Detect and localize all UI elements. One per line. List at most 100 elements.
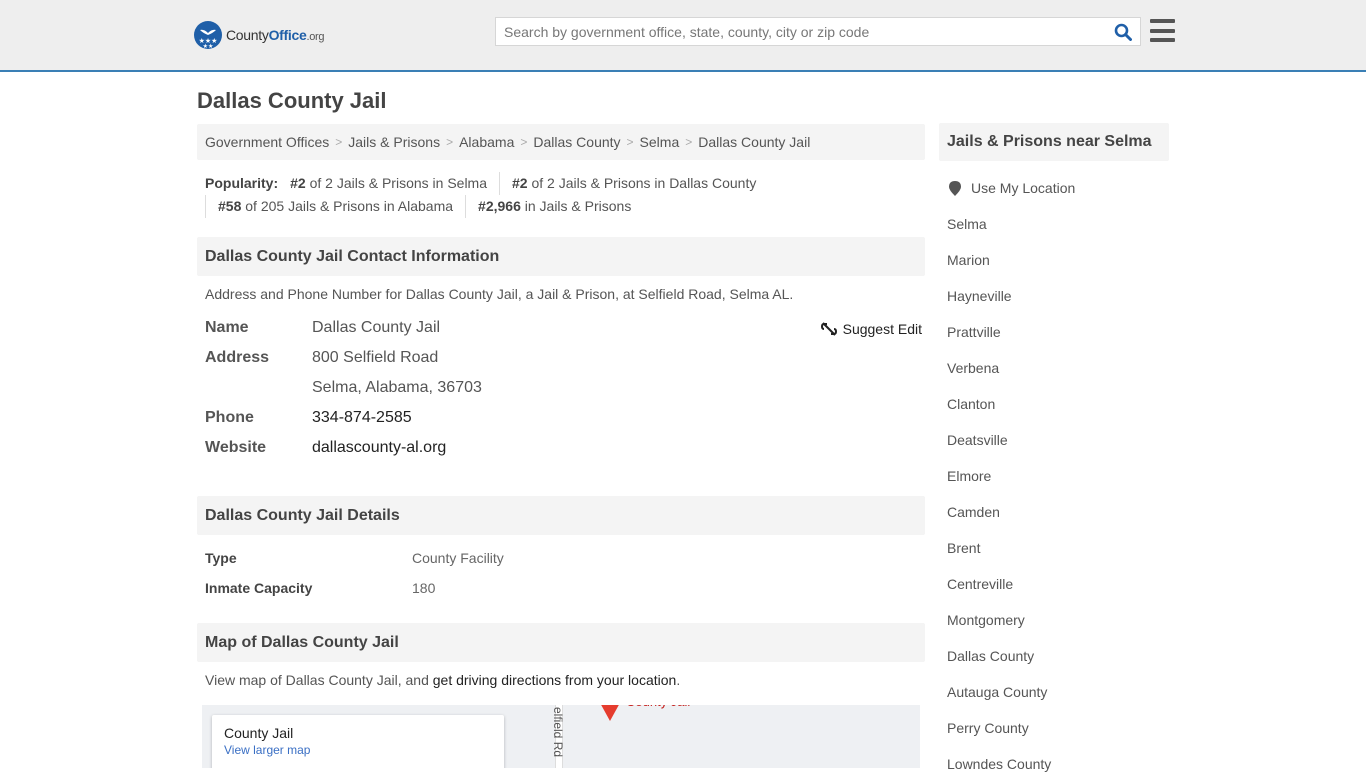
list-item: Clanton [947,386,1169,422]
search-input[interactable] [496,18,1106,45]
map-info-card: County Jail View larger map [212,715,504,768]
website-link[interactable]: dallascounty-al.org [312,439,446,456]
nearby-link-selma[interactable]: Selma [947,216,987,232]
map-desc-text: View map of Dallas County Jail, and [205,672,433,688]
breadcrumb-separator: > [446,135,454,149]
view-larger-map-link[interactable]: View larger map [224,743,492,757]
nearby-link-verbena[interactable]: Verbena [947,360,999,376]
menu-bar [1150,28,1175,33]
details-label: Inmate Capacity [205,580,313,596]
popularity-item: #2 of 2 Jails & Prisons in Selma [290,172,499,195]
nearby-links-list: Selma Marion Hayneville Prattville Verbe… [939,206,1169,782]
eagle-stars-logo-icon: ★★★ ★★ [194,21,222,49]
rank-number: #2 [512,175,528,191]
popularity-item: #58 of 205 Jails & Prisons in Alabama [205,195,465,218]
contact-info: Suggest Edit Name Dallas County Jail Add… [205,313,925,463]
rank-number: #2 [290,175,306,191]
list-item: Brent [947,530,1169,566]
search-button[interactable] [1106,18,1140,45]
popularity-item: #2,966 in Jails & Prisons [465,195,643,218]
breadcrumb-separator: > [626,135,634,149]
address-line1: 800 Selfield Road [312,349,439,366]
contact-row-phone: Phone 334-874-2585 [205,403,925,433]
breadcrumb-dallas-county[interactable]: Dallas County [533,134,620,150]
list-item: Lowndes County [947,746,1169,782]
breadcrumb-separator: > [520,135,528,149]
nearby-link-montgomery[interactable]: Montgomery [947,612,1025,628]
address-label: Address [205,349,270,366]
list-item: Autauga County [947,674,1169,710]
contact-row-address: Address 800 Selfield Road [205,343,925,373]
breadcrumb-selma[interactable]: Selma [640,134,680,150]
map-section-heading: Map of Dallas County Jail [197,623,925,662]
sidebar-nearby: Jails & Prisons near Selma Use My Locati… [939,123,1169,782]
rank-text: of 205 Jails & Prisons in Alabama [241,198,454,214]
suggest-edit[interactable]: Suggest Edit [820,321,922,337]
breadcrumb-alabama[interactable]: Alabama [459,134,514,150]
list-item: Perry County [947,710,1169,746]
nearby-link-clanton[interactable]: Clanton [947,396,995,412]
nearby-link-perry-county[interactable]: Perry County [947,720,1029,736]
nearby-link-autauga-county[interactable]: Autauga County [947,684,1047,700]
use-my-location-link[interactable]: Use My Location [971,180,1075,196]
details-row: Type County Facility [205,543,925,573]
popularity-label: Popularity: [205,175,279,191]
nearby-link-elmore[interactable]: Elmore [947,468,991,484]
logo-county-text: County [226,27,269,43]
details-value: County Facility [412,550,504,566]
list-item: Prattville [947,314,1169,350]
rank-text: in Jails & Prisons [520,198,632,214]
contact-row-address-2: Selma, Alabama, 36703 [205,373,925,403]
details-row: Inmate Capacity 180 [205,573,925,603]
map-desc-period: . [676,672,681,688]
list-item: Hayneville [947,278,1169,314]
breadcrumb: Government Offices > Jails & Prisons > A… [197,124,925,160]
details-table: Type County Facility Inmate Capacity 180 [205,543,925,603]
nearby-link-lowndes-county[interactable]: Lowndes County [947,756,1051,772]
details-label: Type [205,550,237,566]
popularity-item: #2 of 2 Jails & Prisons in Dallas County [499,172,768,195]
rank-number: #58 [218,198,242,214]
map-pin-label: County Jail [626,705,690,709]
nearby-link-hayneville[interactable]: Hayneville [947,288,1012,304]
breadcrumb-government-offices[interactable]: Government Offices [205,134,329,150]
logo-office-text: Office [268,27,307,43]
address-line2: Selma, Alabama, 36703 [312,379,482,396]
popularity-rankings: Popularity: #2 of 2 Jails & Prisons in S… [205,172,925,218]
contact-row-website: Website dallascounty-al.org [205,433,925,463]
map-pin-icon[interactable] [599,705,621,721]
breadcrumb-jails-prisons[interactable]: Jails & Prisons [348,134,440,150]
nearby-link-prattville[interactable]: Prattville [947,324,1001,340]
contact-section-heading: Dallas County Jail Contact Information [197,237,925,276]
menu-bar [1150,38,1175,42]
nearby-link-marion[interactable]: Marion [947,252,990,268]
list-item: Verbena [947,350,1169,386]
popularity-row: #58 of 205 Jails & Prisons in Alabama #2… [205,195,925,218]
driving-directions-link[interactable]: get driving directions from your locatio… [433,672,677,688]
nearby-link-centreville[interactable]: Centreville [947,576,1013,592]
nearby-link-deatsville[interactable]: Deatsville [947,432,1008,448]
contact-row-name: Name Dallas County Jail [205,313,925,343]
hamburger-menu-icon[interactable] [1150,19,1175,42]
contact-description: Address and Phone Number for Dallas Coun… [205,286,794,302]
list-item: Marion [947,242,1169,278]
breadcrumb-separator: > [335,135,343,149]
logo-wordmark: CountyOffice.org [226,27,325,43]
list-item: Montgomery [947,602,1169,638]
site-logo[interactable]: ★★★ ★★ CountyOffice.org [194,21,325,49]
suggest-edit-link[interactable]: Suggest Edit [843,321,922,337]
breadcrumb-current: Dallas County Jail [698,134,811,150]
embedded-map[interactable]: elfield Rd County Jail County Jail View … [202,705,920,768]
use-my-location[interactable]: Use My Location [939,178,1169,198]
name-label: Name [205,319,249,336]
page-title: Dallas County Jail [197,88,387,113]
map-description: View map of Dallas County Jail, and get … [205,672,680,688]
phone-label: Phone [205,409,254,426]
search-icon [1114,23,1132,41]
phone-link[interactable]: 334-874-2585 [312,409,412,426]
nearby-link-dallas-county[interactable]: Dallas County [947,648,1034,664]
nearby-link-camden[interactable]: Camden [947,504,1000,520]
menu-bar [1150,19,1175,23]
nearby-link-brent[interactable]: Brent [947,540,980,556]
list-item: Elmore [947,458,1169,494]
